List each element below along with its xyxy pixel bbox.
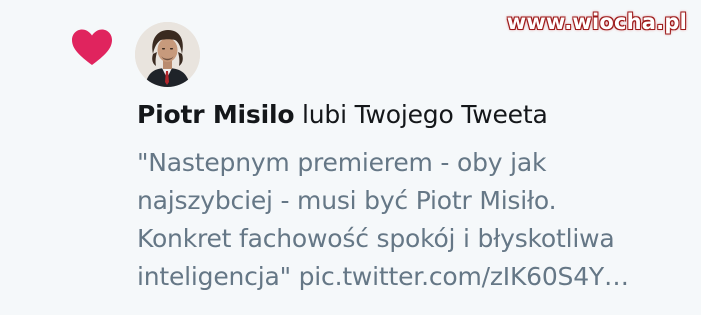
notification-headline: Piotr Misilo lubi Twojego Tweeta — [137, 99, 548, 131]
user-name-link[interactable]: Piotr Misilo — [137, 100, 294, 129]
watermark: www.wiocha.pl — [506, 10, 687, 34]
tweet-line: inteligencja" pic.twitter.com/zIK60S4Y… — [137, 262, 629, 291]
heart-icon — [72, 29, 112, 65]
tweet-text[interactable]: "Nastepnym premierem - oby jak najszybci… — [137, 144, 687, 296]
avatar-image — [135, 22, 200, 87]
tweet-line: "Nastepnym premierem - oby jak — [137, 148, 547, 177]
action-text: lubi Twojego Tweeta — [294, 100, 548, 129]
like-notification[interactable]: www.wiocha.pl Piotr Misilo lubi Twojego … — [0, 0, 701, 315]
tweet-line: najszybciej - musi być Piotr Misiło. — [137, 186, 557, 215]
avatar[interactable] — [135, 22, 200, 87]
tweet-line: Konkret fachowość spokój i błyskotliwa — [137, 224, 615, 253]
